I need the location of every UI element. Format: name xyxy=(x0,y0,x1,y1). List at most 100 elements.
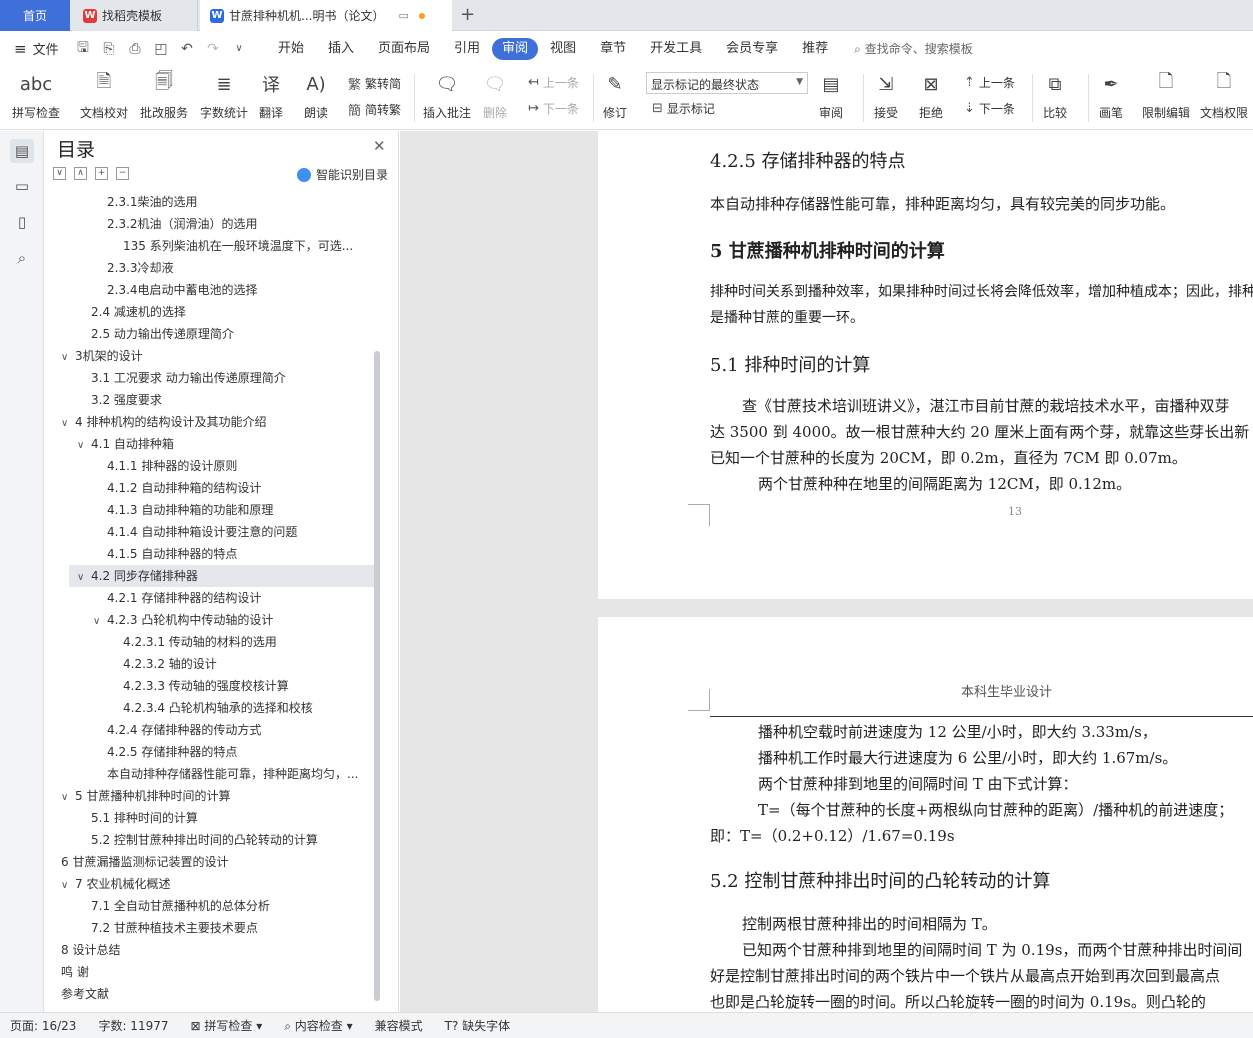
save-icon[interactable]: 🖫 xyxy=(74,37,92,61)
dropdown-icon[interactable]: ∨ xyxy=(230,43,248,54)
toc-item[interactable]: 7.1 全自动甘蔗播种机的总体分析 xyxy=(45,895,375,917)
toc-item[interactable]: 4.1.5 自动排种器的特点 xyxy=(45,543,375,565)
content-check-status[interactable]: ⌕ 内容检查 ▾ xyxy=(284,1017,352,1034)
chevron-down-icon[interactable]: ∨ xyxy=(61,787,75,807)
toc-item[interactable]: 5.2 控制甘蔗种排出时间的凸轮转动的计算 xyxy=(45,829,375,851)
toc-item[interactable]: 4.1.2 自动排种箱的结构设计 xyxy=(45,477,375,499)
toc-item[interactable]: 参考文献 xyxy=(45,983,375,1005)
read-aloud-button[interactable]: A) 朗读 xyxy=(303,70,329,121)
toc-item[interactable]: ∨ 7 农业机械化概述 xyxy=(45,873,375,895)
add-heading-icon[interactable]: + xyxy=(95,167,108,180)
delete-comment-button[interactable]: 🗨 删除 xyxy=(482,70,508,121)
toc-item[interactable]: ∨ 4.2.3 凸轮机构中传动轴的设计 xyxy=(45,609,375,631)
chevron-down-icon[interactable]: ∨ xyxy=(77,435,91,455)
print-icon[interactable]: ⎙ xyxy=(126,41,144,57)
toc-item[interactable]: 2.4 减速机的选择 xyxy=(45,301,375,323)
toc-item[interactable]: 4.2.1 存储排种器的结构设计 xyxy=(45,587,375,609)
remove-heading-icon[interactable]: − xyxy=(116,167,129,180)
toc-item[interactable]: 4.2.3.4 凸轮机构轴承的选择和校核 xyxy=(45,697,375,719)
toc-item[interactable]: 本自动排种存储器性能可靠，排种距离均匀，... xyxy=(45,763,375,785)
toc-item[interactable]: 5.1 排种时间的计算 xyxy=(45,807,375,829)
toc-item[interactable]: 2.3.3冷却液 xyxy=(45,257,375,279)
pen-button[interactable]: ✒ 画笔 xyxy=(1098,70,1124,121)
doc-rights-button[interactable]: 🗋 文档权限 xyxy=(1200,70,1248,121)
file-menu[interactable]: ≡ 文件 xyxy=(0,39,70,59)
tab-reference[interactable]: 引用 xyxy=(442,38,492,60)
undo-icon[interactable]: ↶ xyxy=(178,41,196,57)
accept-button[interactable]: ⇲ 接受 xyxy=(873,70,899,121)
toc-item[interactable]: 4.2.3.3 传动轴的强度校核计算 xyxy=(45,675,375,697)
smart-toc-button[interactable]: 智能识别目录 xyxy=(297,166,388,183)
toc-item[interactable]: 4.1.3 自动排种箱的功能和原理 xyxy=(45,499,375,521)
tab-member[interactable]: 会员专享 xyxy=(714,38,790,60)
preview-icon[interactable]: ◰ xyxy=(152,41,170,57)
bookmark-icon[interactable]: ▯ xyxy=(10,210,34,234)
toc-item[interactable]: 6 甘蔗漏播监测标记装置的设计 xyxy=(45,851,375,873)
toc-item[interactable]: 2.3.1柴油的选用 xyxy=(45,191,375,213)
toc-item[interactable]: 2.5 动力输出传递原理简介 xyxy=(45,323,375,345)
expand-all-icon[interactable]: ∨ xyxy=(53,167,66,180)
prev-comment-button[interactable]: ↤ 上一条 xyxy=(528,74,579,91)
chevron-down-icon[interactable]: ∨ xyxy=(61,413,75,433)
toc-item[interactable]: 2.3.2机油（润滑油）的选用 xyxy=(45,213,375,235)
reject-button[interactable]: ⊠ 拒绝 xyxy=(918,70,944,121)
compare-button[interactable]: ⧉ 比较 xyxy=(1042,70,1068,121)
translate-button[interactable]: 译 翻译 xyxy=(258,70,284,121)
command-search[interactable]: ⌕ 查找命令、搜索模板 xyxy=(854,40,973,57)
tab-review[interactable]: 审阅 xyxy=(492,37,539,60)
toc-panel-icon[interactable]: ▤ xyxy=(10,139,34,163)
toc-item[interactable]: 4.2.4 存储排种器的传动方式 xyxy=(45,719,375,741)
word-count-indicator[interactable]: 字数: 11977 xyxy=(98,1017,168,1034)
monitor-icon[interactable]: ▭ xyxy=(398,9,408,22)
toc-scrollbar[interactable] xyxy=(374,351,380,1001)
toc-item[interactable]: 鸣 谢 xyxy=(45,961,375,983)
tab-view[interactable]: 视图 xyxy=(538,38,588,60)
toc-item[interactable]: ∨ 3机架的设计 xyxy=(45,345,375,367)
collapse-all-icon[interactable]: ∧ xyxy=(74,167,87,180)
tab-recommend[interactable]: 推荐 xyxy=(790,38,840,60)
toc-item[interactable]: ∨ 4 排种机构的结构设计及其功能介绍 xyxy=(45,411,375,433)
tab-home[interactable]: 首页 xyxy=(0,0,70,31)
toc-item[interactable]: 3.2 强度要求 xyxy=(45,389,375,411)
tab-insert[interactable]: 插入 xyxy=(316,38,366,60)
chevron-down-icon[interactable]: ∨ xyxy=(61,875,75,895)
chevron-down-icon[interactable]: ∨ xyxy=(93,611,107,631)
restrict-editing-button[interactable]: 🗋 限制编辑 xyxy=(1142,70,1190,121)
tab-developer[interactable]: 开发工具 xyxy=(638,38,714,60)
next-change-button[interactable]: ⇣ 下一条 xyxy=(964,100,1015,117)
tab-template[interactable]: W 找稻壳模板 xyxy=(73,0,198,31)
toc-item[interactable]: 8 设计总结 xyxy=(45,939,375,961)
spell-check-button[interactable]: abc 拼写检查 xyxy=(12,70,60,121)
missing-font-status[interactable]: T? 缺失字体 xyxy=(445,1017,511,1034)
trad-to-simp-button[interactable]: 繁 繁转简 xyxy=(348,74,401,93)
simp-to-trad-button[interactable]: 簡 简转繁 xyxy=(348,100,401,119)
toc-item[interactable]: 4.2.3.1 传动轴的材料的选用 xyxy=(45,631,375,653)
toc-item[interactable]: 4.2.3.2 轴的设计 xyxy=(45,653,375,675)
tab-start[interactable]: 开始 xyxy=(266,38,316,60)
toc-item[interactable]: 3.1 工况要求 动力输出传递原理简介 xyxy=(45,367,375,389)
redo-icon[interactable]: ↷ xyxy=(204,41,222,57)
word-count-button[interactable]: ≣ 字数统计 xyxy=(200,70,248,121)
close-icon[interactable]: ✕ xyxy=(373,137,386,155)
toc-item[interactable]: 135 系列柴油机在一般环境温度下，可选... xyxy=(45,235,375,257)
chevron-down-icon[interactable]: ∨ xyxy=(61,347,75,367)
toc-item[interactable]: 7.2 甘蔗种植技术主要技术要点 xyxy=(45,917,375,939)
track-changes-button[interactable]: ✎ 修订 xyxy=(602,70,628,121)
toc-item[interactable]: 4.1.4 自动排种箱设计要注意的问题 xyxy=(45,521,375,543)
toc-item[interactable]: 4.1.1 排种器的设计原则 xyxy=(45,455,375,477)
chevron-down-icon[interactable]: ∨ xyxy=(77,567,91,587)
toc-item[interactable]: 2.3.4电启动中蓄电池的选择 xyxy=(45,279,375,301)
search-icon[interactable]: ⌕ xyxy=(10,246,34,270)
tab-chapter[interactable]: 章节 xyxy=(588,38,638,60)
show-markup-button[interactable]: ⊟ 显示标记 xyxy=(652,100,715,117)
review-pane-button[interactable]: ▤ 审阅 xyxy=(818,70,844,121)
insert-comment-button[interactable]: 🗨 插入批注 xyxy=(423,70,471,121)
tab-layout[interactable]: 页面布局 xyxy=(366,38,442,60)
compat-mode-status[interactable]: 兼容模式 xyxy=(375,1017,423,1034)
batch-service-button[interactable]: 🗐 批改服务 xyxy=(140,70,188,121)
new-tab-icon[interactable]: + xyxy=(460,4,475,25)
prev-change-button[interactable]: ⇡ 上一条 xyxy=(964,74,1015,91)
markup-state-select[interactable]: 显示标记的最终状态 ▼ xyxy=(646,72,808,94)
spell-check-status[interactable]: ⊠ 拼写检查 ▾ xyxy=(191,1017,263,1034)
next-comment-button[interactable]: ↦ 下一条 xyxy=(528,100,579,117)
